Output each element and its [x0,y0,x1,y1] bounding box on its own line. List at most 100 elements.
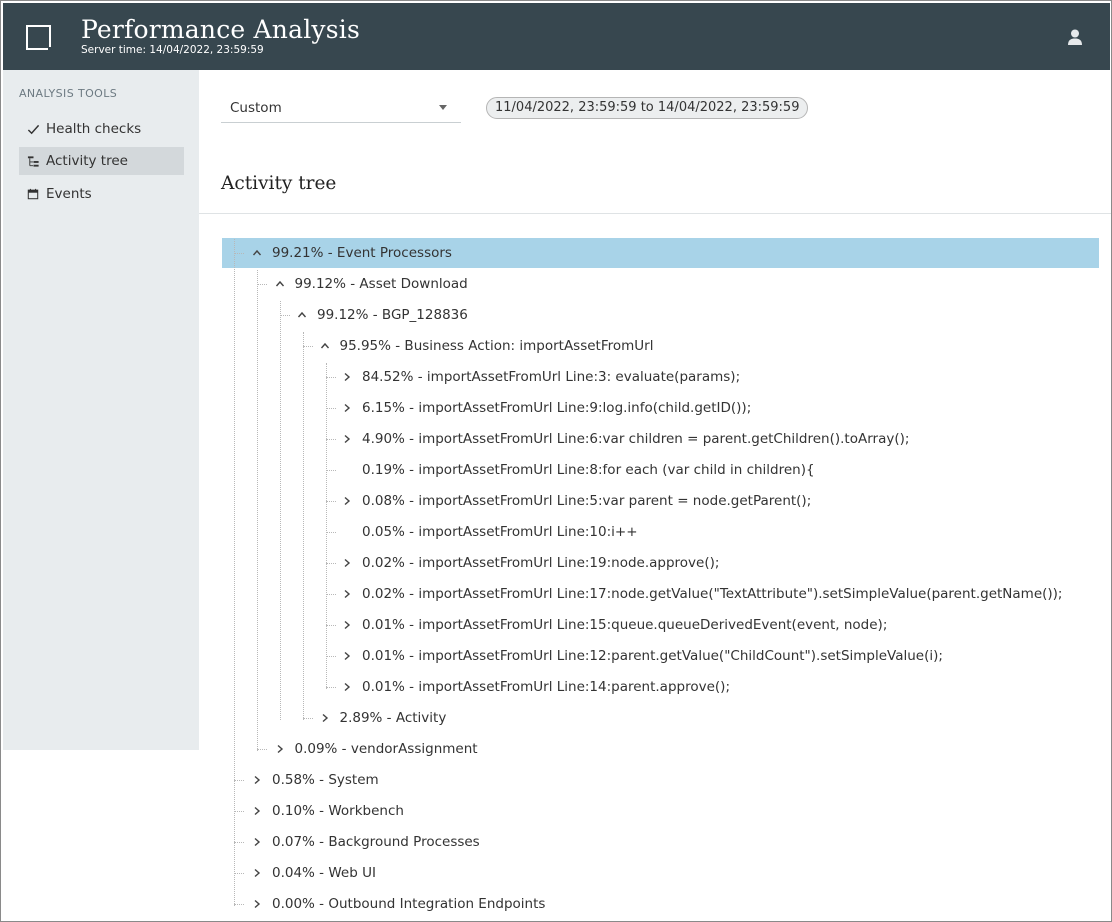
chevron-right-icon[interactable] [341,650,353,662]
tree-node-label: 0.04% - Web UI [272,865,376,881]
tree-guide-line [280,301,281,720]
sidebar-item-activity-tree[interactable]: Activity tree [19,147,184,175]
user-icon[interactable] [1065,27,1085,47]
tree-connector [280,315,290,316]
sidebar-item-label: Events [46,186,92,202]
tree-node-label: 0.01% - importAssetFromUrl Line:14:paren… [362,679,730,695]
tree-node[interactable]: 2.89% - Activity [319,704,447,732]
tree-node[interactable]: 0.19% - importAssetFromUrl Line:8:for ea… [341,456,815,484]
app-window: Performance Analysis Server time: 14/04/… [0,0,1112,922]
chevron-up-icon[interactable] [251,247,263,259]
tree-connector [234,780,244,781]
chevron-right-icon[interactable] [341,588,353,600]
chevron-right-icon[interactable] [341,557,353,569]
tree-connector [303,718,313,719]
chevron-right-icon[interactable] [341,495,353,507]
tree-node-label: 95.95% - Business Action: importAssetFro… [339,338,654,354]
chevron-right-icon[interactable] [341,681,353,693]
tree-connector [326,532,336,533]
date-range-chip[interactable]: 11/04/2022, 23:59:59 to 14/04/2022, 23:5… [486,97,809,119]
tree-node[interactable]: 0.05% - importAssetFromUrl Line:10:i++ [341,518,638,546]
tree-connector [303,346,313,347]
tree-node-label: 0.07% - Background Processes [272,834,480,850]
sidebar-item-health-checks[interactable]: Health checks [19,115,184,143]
tree-node-label: 99.12% - Asset Download [294,276,468,292]
tree-connector [326,656,336,657]
calendar-icon [26,187,40,201]
tree-node-label: 0.09% - vendorAssignment [294,741,478,757]
tree-node-label: 0.58% - System [272,772,379,788]
app-logo-icon[interactable] [26,25,52,51]
chevron-right-icon[interactable] [251,774,263,786]
section-title: Activity tree [221,173,337,194]
tree-guide-line [326,363,327,689]
tree-node-label: 0.05% - importAssetFromUrl Line:10:i++ [362,524,638,540]
tree-connector [326,377,336,378]
chevron-right-icon[interactable] [319,712,331,724]
chevron-right-icon[interactable] [341,371,353,383]
tree-node-label: 99.12% - BGP_128836 [317,307,468,323]
chevron-right-icon[interactable] [251,898,263,910]
tree-node[interactable]: 0.01% - importAssetFromUrl Line:14:paren… [341,673,730,701]
tree-node-label: 99.21% - Event Processors [272,245,452,261]
sidebar-heading: ANALYSIS TOOLS [19,87,118,100]
tree-connector [234,253,244,254]
tree-node[interactable]: 0.01% - importAssetFromUrl Line:12:paren… [341,642,943,670]
tree-node[interactable]: 0.01% - importAssetFromUrl Line:15:queue… [341,611,887,639]
period-select-value: Custom [230,100,282,116]
section-divider [199,213,1111,214]
tree-node-label: 0.02% - importAssetFromUrl Line:17:node.… [362,586,1063,602]
tree-guide-line [303,332,304,720]
chevron-right-icon[interactable] [251,836,263,848]
tree-node[interactable]: 0.08% - importAssetFromUrl Line:5:var pa… [341,487,811,515]
tree-node[interactable]: 0.02% - importAssetFromUrl Line:17:node.… [341,580,1062,608]
chevron-right-icon[interactable] [341,619,353,631]
chevron-right-icon[interactable] [251,805,263,817]
chevron-right-icon[interactable] [274,743,286,755]
tree-connector [326,563,336,564]
tree-node-label: 0.08% - importAssetFromUrl Line:5:var pa… [362,493,812,509]
sidebar-item-events[interactable]: Events [19,180,184,208]
tree-node[interactable]: 95.95% - Business Action: importAssetFro… [319,332,654,360]
tree-connector [234,842,244,843]
tree-node-label: 4.90% - importAssetFromUrl Line:6:var ch… [362,431,910,447]
tree-node-label: 2.89% - Activity [339,710,447,726]
tree-node[interactable]: 0.07% - Background Processes [251,828,480,856]
tree-connector [326,687,336,688]
chevron-right-icon[interactable] [251,867,263,879]
tree-node[interactable]: 99.12% - BGP_128836 [296,301,468,329]
tree-node[interactable]: 6.15% - importAssetFromUrl Line:9:log.in… [341,394,751,422]
tree-node-label: 0.01% - importAssetFromUrl Line:12:paren… [362,648,943,664]
tree-node[interactable]: 99.12% - Asset Download [274,270,468,298]
period-select[interactable]: Custom [221,95,461,123]
tree-node[interactable]: 0.00% - Outbound Integration Endpoints [251,890,545,918]
chevron-right-icon[interactable] [341,402,353,414]
tree-node-label: 0.10% - Workbench [272,803,404,819]
tree-connector [326,470,336,471]
chevron-up-icon[interactable] [296,309,308,321]
tree-node[interactable]: 4.90% - importAssetFromUrl Line:6:var ch… [341,425,909,453]
chevron-up-icon[interactable] [319,340,331,352]
tree-guide-line [257,270,258,751]
chevron-right-icon[interactable] [341,433,353,445]
tree-node[interactable]: 99.21% - Event Processors [251,239,452,267]
server-time: Server time: 14/04/2022, 23:59:59 [81,44,264,56]
tree-connector [257,284,267,285]
tree-node[interactable]: 0.09% - vendorAssignment [274,735,478,763]
tree-icon [26,154,40,168]
tree-node[interactable]: 84.52% - importAssetFromUrl Line:3: eval… [341,363,740,391]
tree-connector [326,439,336,440]
tree-connector [234,904,244,905]
tree-node[interactable]: 0.10% - Workbench [251,797,404,825]
check-icon [26,122,40,136]
tree-node[interactable]: 0.58% - System [251,766,379,794]
chevron-up-icon[interactable] [274,278,286,290]
top-header: Performance Analysis Server time: 14/04/… [3,3,1110,70]
tree-node[interactable]: 0.02% - importAssetFromUrl Line:19:node.… [341,549,719,577]
tree-connector [326,501,336,502]
sidebar: ANALYSIS TOOLS Health checks Activity tr… [3,70,199,750]
sidebar-item-label: Activity tree [46,153,128,169]
tree-connector [326,625,336,626]
tree-node-label: 0.02% - importAssetFromUrl Line:19:node.… [362,555,720,571]
tree-node[interactable]: 0.04% - Web UI [251,859,376,887]
